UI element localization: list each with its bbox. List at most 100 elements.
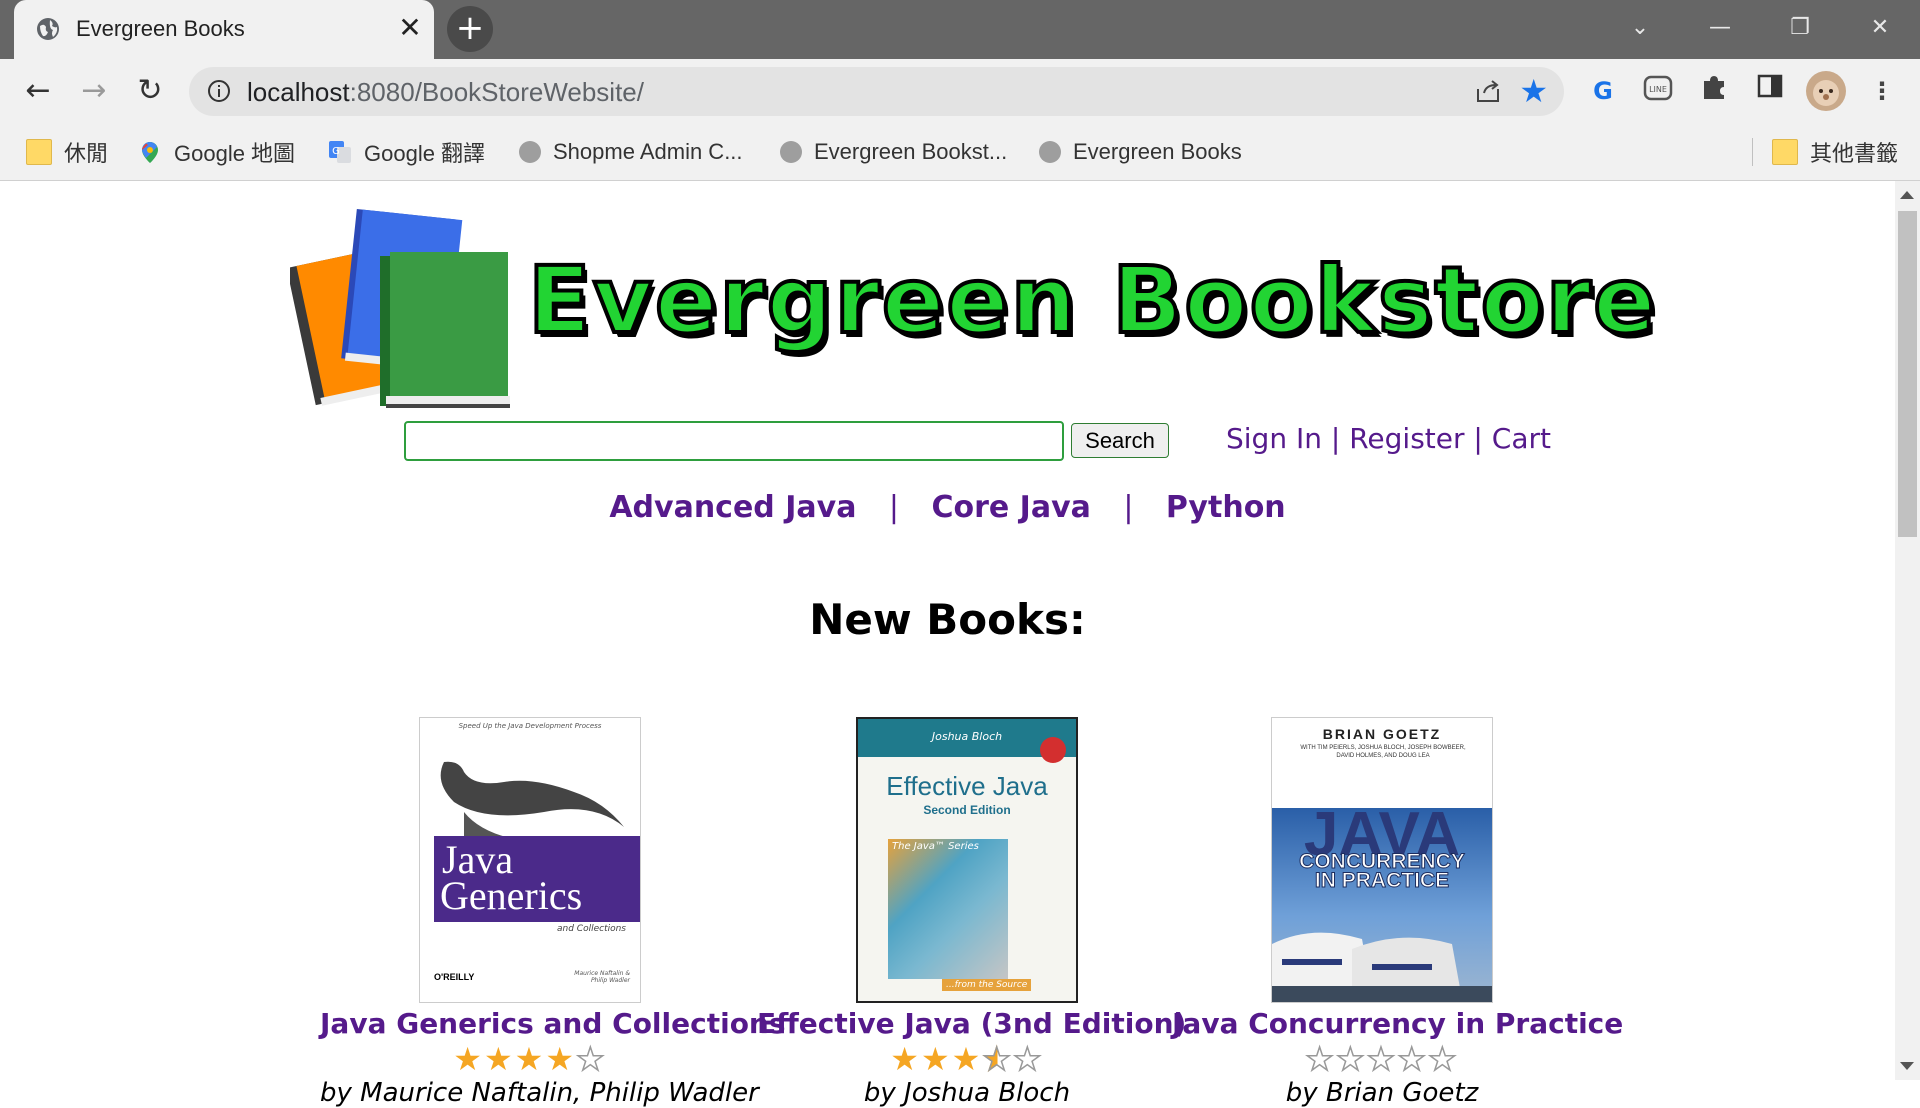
star-empty-icon: ★: [1427, 1040, 1459, 1078]
google-translate-icon: G: [329, 141, 351, 163]
cart-link[interactable]: Cart: [1492, 422, 1551, 455]
cover-coauthors: WITH TIM PEIERLS, JOSHUA BLOCH, JOSEPH B…: [1300, 745, 1466, 759]
rating-stars: ★★★★★: [757, 1040, 1177, 1078]
link-separator: |: [1473, 422, 1483, 455]
restore-icon[interactable]: ❐: [1780, 10, 1820, 46]
cover-title-in-practice: IN PRACTICE: [1314, 869, 1450, 892]
bookmarks-bar: 休閒 Google 地圖 G Google 翻譯 Shopme Admin C.…: [0, 124, 1920, 181]
book-card: Speed Up the Java Development Process Ja…: [320, 717, 786, 1108]
share-icon[interactable]: [1474, 77, 1502, 105]
category-python[interactable]: Python: [1166, 490, 1286, 525]
scrollbar-thumb[interactable]: [1898, 211, 1917, 537]
bookmark-evergreen-bookstore[interactable]: Evergreen Bookst...: [780, 136, 1007, 168]
book-title-link[interactable]: Java Concurrency in Practice: [1172, 1007, 1623, 1040]
profile-avatar[interactable]: [1806, 71, 1846, 111]
bookmark-folder-leisure[interactable]: 休閒: [26, 136, 108, 168]
cover-authors: Maurice Naftalin & Philip Wadler: [574, 970, 630, 984]
url-text[interactable]: localhost:8080/BookStoreWebsite/: [247, 77, 644, 108]
cover-title-line2: Generics: [440, 873, 583, 918]
book-cover-image[interactable]: BRIAN GOETZ WITH TIM PEIERLS, JOSHUA BLO…: [1271, 717, 1493, 1003]
book-title-link[interactable]: Effective Java (3nd Edition): [757, 1007, 1186, 1040]
bookmark-label: Shopme Admin C...: [553, 139, 743, 164]
star-full-icon: ★: [920, 1040, 952, 1078]
star-empty-icon: ★: [1397, 1040, 1429, 1078]
folder-icon: [1772, 139, 1798, 165]
svg-text:G: G: [332, 146, 340, 157]
book-cover-image[interactable]: Joshua Bloch Effective Java Second Editi…: [856, 717, 1078, 1003]
window-close-icon[interactable]: ✕: [1860, 10, 1900, 46]
close-tab-icon[interactable]: ✕: [394, 12, 426, 44]
globe-icon: [519, 141, 541, 163]
google-translate-ext-icon[interactable]: G: [1585, 73, 1621, 109]
star-empty-icon: ★: [1305, 1040, 1336, 1078]
line-ext-icon[interactable]: LINE: [1640, 73, 1676, 109]
book-cover-image[interactable]: Speed Up the Java Development Process Ja…: [419, 717, 641, 1003]
category-core-java[interactable]: Core Java: [931, 490, 1090, 525]
tab-search-icon[interactable]: ⌄: [1620, 10, 1660, 46]
site-logo-text[interactable]: Evergreen Bookstore: [526, 245, 1658, 356]
bookmark-label: 其他書籤: [1810, 141, 1899, 166]
site-info-icon[interactable]: [207, 79, 231, 103]
globe-icon: [37, 18, 59, 40]
bookmarks-divider: [1752, 138, 1753, 166]
book-card: Joshua Bloch Effective Java Second Editi…: [757, 717, 1186, 1108]
bookmark-google-maps[interactable]: Google 地圖: [138, 136, 295, 168]
star-full-icon: ★: [545, 1040, 577, 1078]
google-maps-icon: [142, 142, 158, 163]
tab-title: Evergreen Books: [76, 16, 245, 41]
cover-badge: [1040, 737, 1066, 763]
bookmark-google-translate[interactable]: G Google 翻譯: [328, 136, 485, 168]
star-full-icon: ★: [483, 1040, 515, 1078]
scroll-down-arrow-icon[interactable]: [1900, 1062, 1914, 1070]
search-input[interactable]: [404, 421, 1064, 461]
forward-icon[interactable]: →: [76, 73, 112, 109]
globe-icon: [780, 141, 802, 163]
scroll-up-arrow-icon[interactable]: [1900, 191, 1914, 199]
category-menu: Advanced Java | Core Java | Python: [0, 490, 1895, 525]
cover-tagline: Speed Up the Java Development Process: [458, 722, 602, 730]
cover-edition: Second Edition: [923, 803, 1011, 817]
book-title-link[interactable]: Java Generics and Collections: [320, 1007, 786, 1040]
book-author: by Maurice Naftalin, Philip Wadler: [320, 1078, 759, 1108]
star-full-icon: ★: [951, 1040, 983, 1078]
minimize-icon[interactable]: —: [1700, 10, 1740, 46]
side-panel-icon[interactable]: [1752, 73, 1788, 109]
back-icon[interactable]: ←: [20, 73, 56, 109]
link-separator: |: [1330, 422, 1341, 455]
address-bar[interactable]: localhost:8080/BookStoreWebsite/ ★: [189, 67, 1564, 116]
reload-icon[interactable]: ↻: [132, 73, 168, 109]
bookmark-star-icon[interactable]: ★: [1519, 73, 1548, 109]
other-bookmarks-folder[interactable]: 其他書籤: [1772, 136, 1898, 168]
bookmark-shopme-admin[interactable]: Shopme Admin C...: [519, 136, 743, 168]
url-host: localhost: [247, 77, 350, 107]
category-separator: |: [888, 490, 899, 525]
star-empty-icon: ★: [575, 1040, 607, 1078]
register-link[interactable]: Register: [1349, 422, 1464, 455]
cover-subtitle: and Collections: [557, 924, 626, 934]
puzzle-icon: [1704, 76, 1724, 99]
bookmark-label: 休閒: [64, 141, 109, 166]
browser-toolbar: ← → ↻ localhost:8080/BookStoreWebsite/ ★…: [0, 59, 1920, 124]
books-logo-icon[interactable]: [290, 206, 512, 411]
bookmark-label: Google 地圖: [174, 141, 296, 166]
browser-menu-icon[interactable]: ⋮: [1864, 73, 1900, 109]
star-empty-icon: ★: [1335, 1040, 1367, 1078]
new-tab-button[interactable]: +: [447, 6, 493, 52]
active-tab[interactable]: Evergreen Books ✕: [14, 0, 434, 59]
sign-in-link[interactable]: Sign In: [1226, 422, 1322, 455]
page-scrollbar[interactable]: [1895, 181, 1920, 1080]
bookmark-label: Google 翻譯: [364, 141, 486, 166]
section-title: New Books:: [809, 595, 1086, 644]
search-button[interactable]: Search: [1071, 423, 1169, 458]
bookmark-label: Evergreen Bookst...: [814, 139, 1008, 164]
category-advanced-java[interactable]: Advanced Java: [609, 490, 856, 525]
star-full-icon: ★: [890, 1040, 921, 1078]
panel-icon: [1757, 74, 1783, 98]
rating-stars: ★★★★★: [1172, 1040, 1592, 1078]
cover-title: Effective Java: [886, 771, 1048, 801]
star-full-icon: ★: [514, 1040, 546, 1078]
bookmark-evergreen-books[interactable]: Evergreen Books: [1039, 136, 1242, 168]
extensions-puzzle-icon[interactable]: [1696, 73, 1732, 109]
star-empty-icon: ★: [1012, 1040, 1044, 1078]
url-path: :8080/BookStoreWebsite/: [349, 77, 644, 107]
